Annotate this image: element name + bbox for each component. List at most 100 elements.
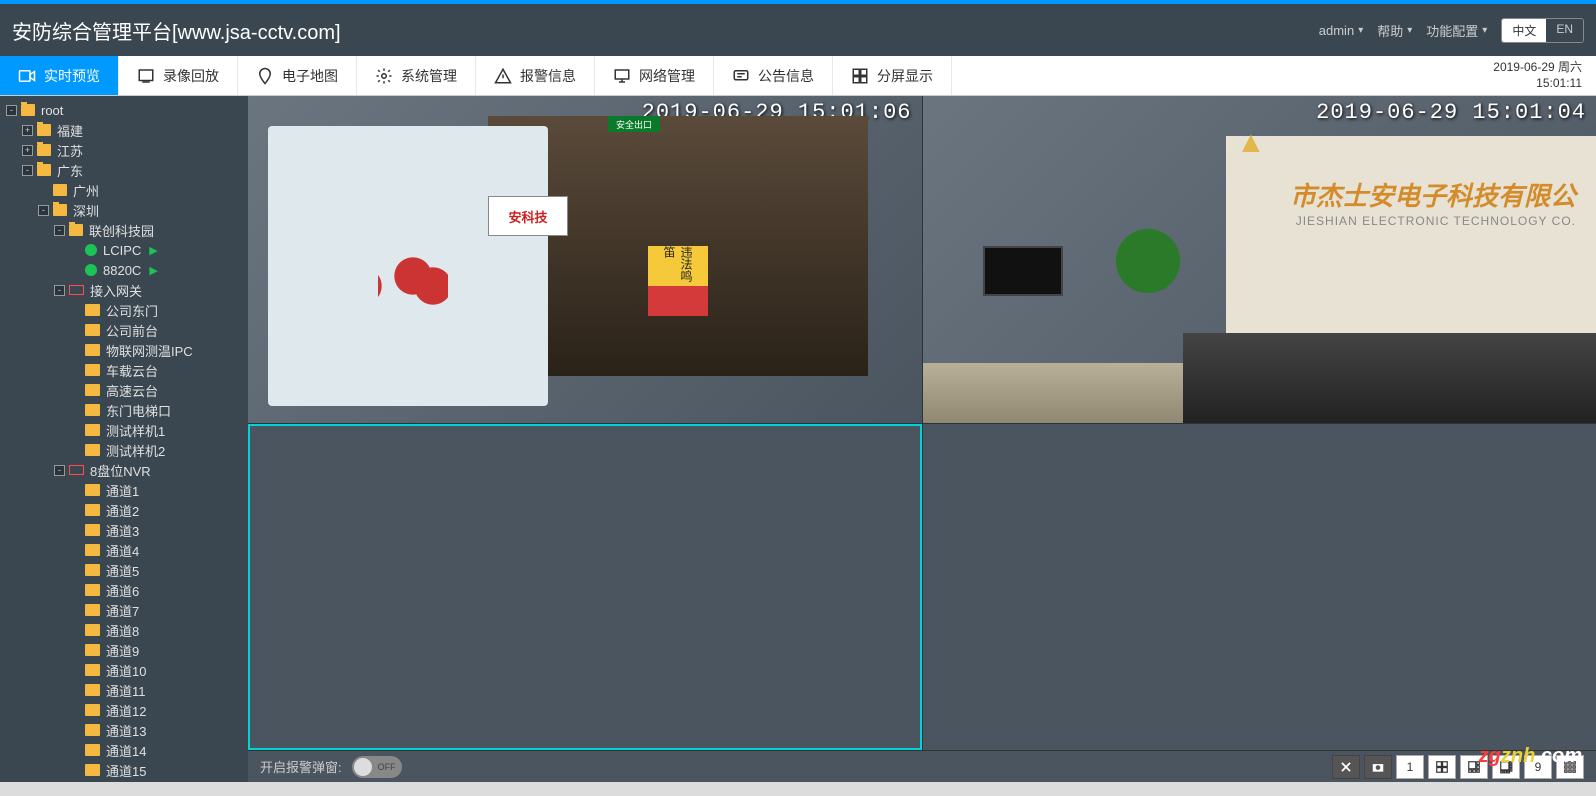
- nav-network[interactable]: 网络管理: [595, 56, 714, 95]
- tree-label: 通道13: [106, 721, 146, 740]
- nav-split[interactable]: 分屏显示: [833, 56, 952, 95]
- layout-1p5-button[interactable]: [1460, 755, 1488, 779]
- tree-node[interactable]: 公司东门: [0, 300, 248, 320]
- tree-label: 测试样机2: [106, 441, 165, 460]
- wall-text-cn: 市杰士安电子科技有限公: [1290, 176, 1576, 213]
- bottom-toolbar: 开启报警弹窗: OFF 1: [248, 750, 1596, 782]
- tree-label: 江苏: [57, 141, 83, 160]
- help-menu[interactable]: 帮助: [1377, 21, 1412, 40]
- nav-live-preview[interactable]: 实时预览: [0, 56, 119, 95]
- tree-node[interactable]: 通道4: [0, 540, 248, 560]
- video-cell-3[interactable]: [248, 424, 922, 751]
- tree-node[interactable]: 通道15: [0, 760, 248, 780]
- tree-node[interactable]: 通道3: [0, 520, 248, 540]
- collapse-icon[interactable]: -: [22, 165, 33, 176]
- tree-node[interactable]: 物联网测温IPC: [0, 340, 248, 360]
- wall-text-en: JIESHIAN ELECTRONIC TECHNOLOGY CO.: [1296, 214, 1576, 228]
- tree-label: 通道15: [106, 761, 146, 780]
- tree-node[interactable]: 通道5: [0, 560, 248, 580]
- layout-snapshot-button[interactable]: [1364, 755, 1392, 779]
- network-icon: [613, 69, 631, 83]
- nav-label: 录像回放: [163, 66, 219, 86]
- folder-y-icon: [69, 224, 83, 236]
- alarm-popup-toggle[interactable]: OFF: [352, 756, 402, 778]
- folder-y-icon: [53, 204, 67, 216]
- tree-node[interactable]: 通道8: [0, 620, 248, 640]
- tree-label: LCIPC: [103, 243, 141, 258]
- tree-node[interactable]: -广东: [0, 160, 248, 180]
- nav-emap[interactable]: 电子地图: [238, 56, 357, 95]
- video-cell-2[interactable]: 2019-06-29 15:01:04 市杰士安电子科技有限公 JIESHIAN…: [923, 96, 1596, 423]
- tree-spacer: [70, 565, 81, 576]
- tree-node[interactable]: + 福建: [0, 120, 248, 140]
- lang-en-button[interactable]: EN: [1546, 19, 1583, 42]
- tree-node[interactable]: 广州: [0, 180, 248, 200]
- tree-node[interactable]: 通道1: [0, 480, 248, 500]
- tree-node[interactable]: 通道12: [0, 700, 248, 720]
- expand-icon[interactable]: +: [22, 145, 33, 156]
- user-menu[interactable]: admin: [1319, 23, 1363, 38]
- tree-node[interactable]: -接入网关: [0, 280, 248, 300]
- tree-node[interactable]: -8盘位NVR: [0, 460, 248, 480]
- layout-1x1-button[interactable]: 1: [1396, 755, 1424, 779]
- nav-alarm[interactable]: 报警信息: [476, 56, 595, 95]
- video-feed-1: 2019-06-29 15:01:06 安全出口 安科技 违法鸣笛: [248, 96, 922, 423]
- tree-label: 联创科技园: [89, 221, 154, 240]
- tree-label: 车载云台: [106, 361, 158, 380]
- nav-playback[interactable]: 录像回放: [119, 56, 238, 95]
- tree-node[interactable]: 高速云台: [0, 380, 248, 400]
- collapse-icon[interactable]: -: [54, 225, 65, 236]
- layout-1p7-button[interactable]: [1492, 755, 1520, 779]
- collapse-icon[interactable]: -: [54, 285, 65, 296]
- nav-notice[interactable]: 公告信息: [714, 56, 833, 95]
- tree-node[interactable]: -深圳: [0, 200, 248, 220]
- layout-2x2-button[interactable]: [1428, 755, 1456, 779]
- layout-more-button[interactable]: [1556, 755, 1584, 779]
- tree-node[interactable]: LCIPC▶: [0, 240, 248, 260]
- split-icon: [851, 69, 869, 83]
- collapse-icon[interactable]: -: [38, 205, 49, 216]
- collapse-icon[interactable]: -: [54, 465, 65, 476]
- expand-icon[interactable]: +: [22, 125, 33, 136]
- tree-node[interactable]: 通道11: [0, 680, 248, 700]
- layout-3x3-button[interactable]: 9: [1524, 755, 1552, 779]
- online-icon: [85, 264, 97, 276]
- tree-node[interactable]: 测试样机1: [0, 420, 248, 440]
- tree-node[interactable]: 8820C▶: [0, 260, 248, 280]
- tree-node[interactable]: 车载云台: [0, 360, 248, 380]
- tree-node[interactable]: 通道10: [0, 660, 248, 680]
- nav-system[interactable]: 系统管理: [357, 56, 476, 95]
- collapse-icon[interactable]: -: [6, 105, 17, 116]
- device-tree[interactable]: -root+福建+江苏-广东广州-深圳-联创科技园LCIPC▶8820C▶-接入…: [0, 96, 248, 782]
- grid-16-icon: [1563, 760, 1577, 774]
- tree-node[interactable]: 通道13: [0, 720, 248, 740]
- alert-icon: [494, 69, 512, 83]
- cam-icon: [85, 444, 100, 456]
- layout-close-button[interactable]: [1332, 755, 1360, 779]
- tree-node[interactable]: 通道9: [0, 640, 248, 660]
- tree-node[interactable]: 通道6: [0, 580, 248, 600]
- tree-node[interactable]: 通道7: [0, 600, 248, 620]
- help-label: 帮助: [1377, 21, 1403, 40]
- video-cell-1[interactable]: 2019-06-29 15:01:06 安全出口 安科技 违法鸣笛: [248, 96, 922, 423]
- tree-node[interactable]: 通道14: [0, 740, 248, 760]
- tree-node[interactable]: + 江苏: [0, 140, 248, 160]
- alarm-popup-label: 开启报警弹窗:: [260, 757, 342, 776]
- config-menu[interactable]: 功能配置: [1426, 21, 1487, 40]
- tree-node[interactable]: 东门电梯口: [0, 400, 248, 420]
- tree-label: 福建: [57, 121, 83, 140]
- tree-label: 公司东门: [106, 301, 158, 320]
- tree-spacer: [70, 605, 81, 616]
- user-label: admin: [1319, 23, 1354, 38]
- cam-icon: [85, 304, 100, 316]
- video-cell-4[interactable]: [923, 424, 1596, 751]
- tree-node[interactable]: - 联创科技园: [0, 220, 248, 240]
- tree-node[interactable]: -root: [0, 100, 248, 120]
- lang-cn-button[interactable]: 中文: [1502, 19, 1546, 42]
- folder-o-icon: [53, 184, 67, 196]
- tree-node[interactable]: 公司前台: [0, 320, 248, 340]
- tree-node[interactable]: 测试样机2: [0, 440, 248, 460]
- tree-node[interactable]: 通道2: [0, 500, 248, 520]
- tree-spacer: [70, 485, 81, 496]
- playback-icon: [137, 69, 155, 83]
